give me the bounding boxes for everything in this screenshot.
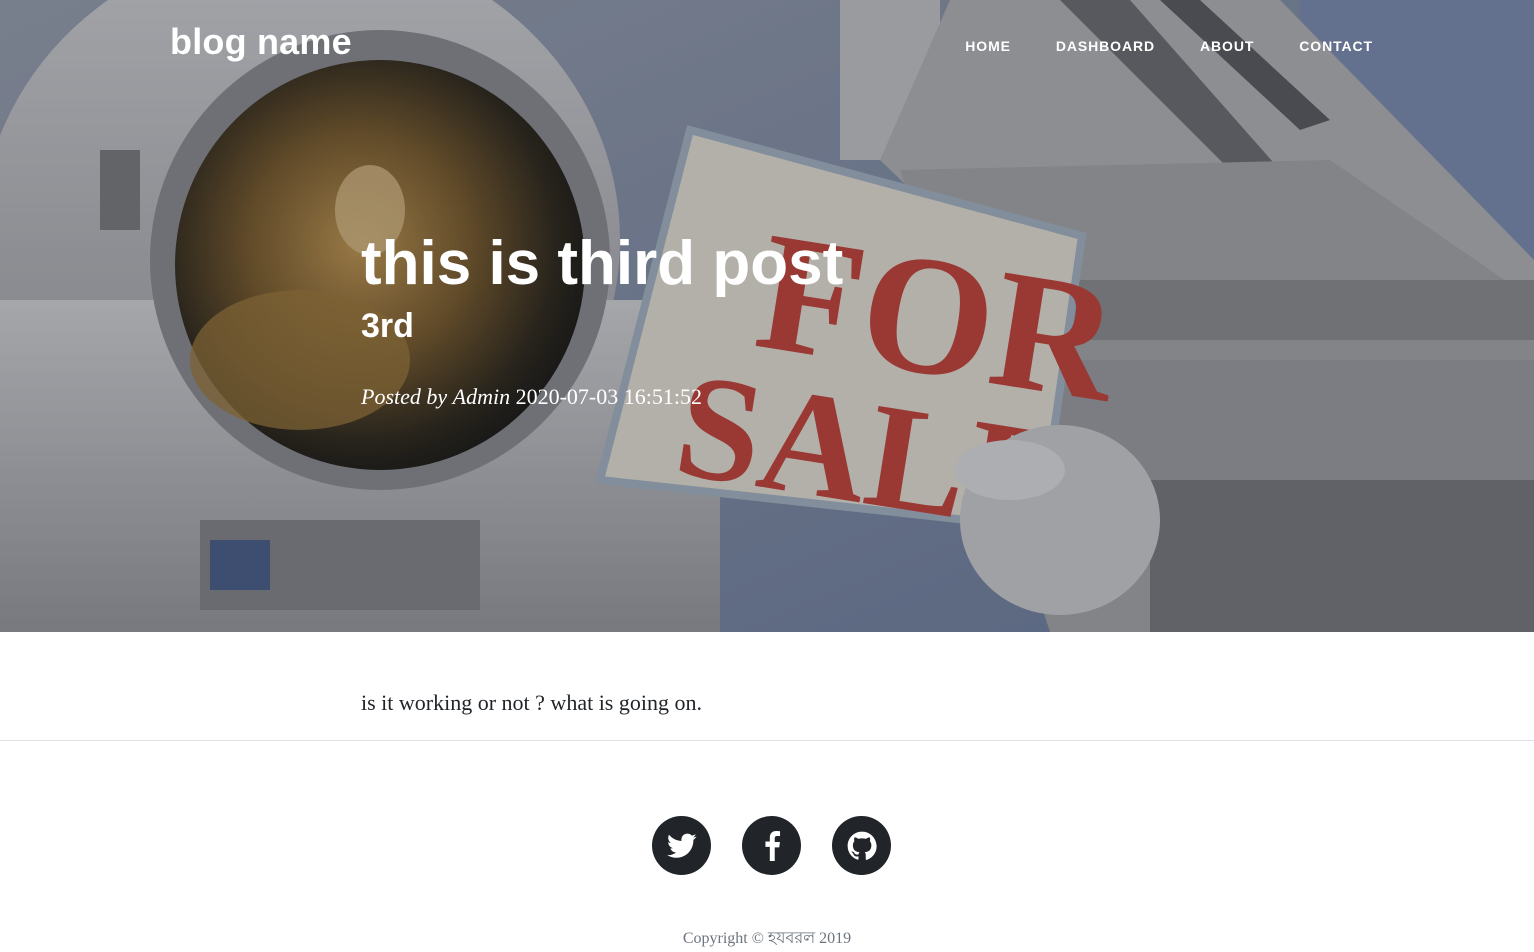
facebook-button[interactable] (742, 816, 801, 875)
twitter-icon (666, 833, 696, 858)
masthead: FOR SALE blog name Home Dashboard About … (0, 0, 1534, 632)
nav-link-dashboard[interactable]: Dashboard (1056, 38, 1155, 54)
nav-link-contact[interactable]: Contact (1299, 38, 1373, 54)
github-icon (847, 831, 877, 860)
nav-item-contact: Contact (1299, 38, 1373, 56)
post-subtitle: 3rd (361, 307, 414, 345)
brand-link[interactable]: blog name (170, 20, 352, 64)
post-body: is it working or not ? what is going on. (361, 690, 702, 715)
navbar: blog name Home Dashboard About Contact (0, 0, 1534, 92)
post-author[interactable]: Admin (453, 384, 510, 409)
nav-link-home[interactable]: Home (965, 38, 1011, 54)
nav-item-home: Home (965, 38, 1011, 56)
post-meta: Posted by Admin 2020-07-03 16:51:52 (361, 383, 1181, 411)
twitter-button[interactable] (652, 816, 711, 875)
social-links (652, 816, 891, 875)
nav-link-about[interactable]: About (1200, 38, 1254, 54)
github-button[interactable] (832, 816, 891, 875)
post-heading: this is third post 3rd Posted by Admin 2… (361, 228, 1181, 411)
post-date: 2020-07-03 16:51:52 (515, 384, 702, 409)
nav-list: Home Dashboard About Contact (920, 38, 1373, 56)
nav-item-about: About (1200, 38, 1254, 56)
facebook-icon (764, 830, 780, 861)
footer: Copyright © হযবরল 2019 (0, 741, 1534, 947)
post-meta-prefix: Posted by (361, 384, 448, 409)
nav-item-dashboard: Dashboard (1056, 38, 1155, 56)
copyright-text: Copyright © হযবরল 2019 (682, 930, 852, 947)
post-article: is it working or not ? what is going on. (0, 632, 1534, 741)
post-title: this is third post (361, 229, 844, 298)
